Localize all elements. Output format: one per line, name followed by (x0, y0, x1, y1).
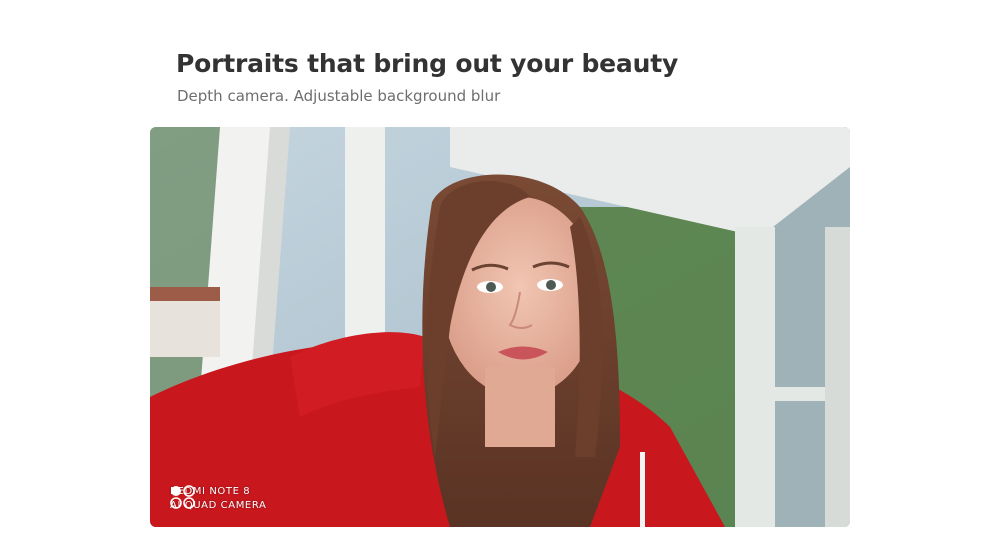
quad-camera-icon (170, 485, 195, 509)
camera-watermark: REDMI NOTE 8 AI QUAD CAMERA (170, 485, 266, 513)
portrait-photo: REDMI NOTE 8 AI QUAD CAMERA (150, 127, 850, 527)
portrait-illustration (150, 127, 850, 527)
section-subtitle: Depth camera. Adjustable background blur (177, 87, 501, 105)
section-title: Portraits that bring out your beauty (176, 49, 679, 78)
